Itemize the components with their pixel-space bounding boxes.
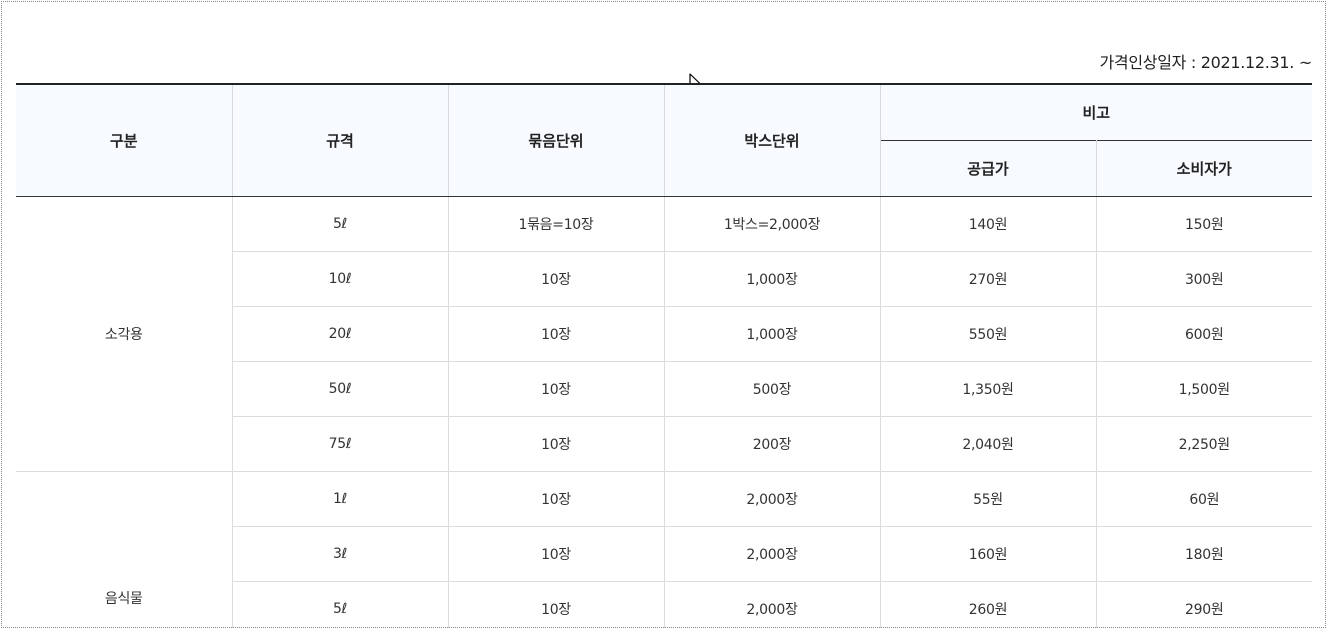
bundle-cell: 10장 — [447, 526, 665, 582]
header-box-unit: 박스단위 — [663, 83, 881, 197]
consumer-price-cell: 180원 — [1095, 526, 1312, 582]
supply-price-cell: 550원 — [879, 306, 1097, 362]
spec-cell: 5ℓ — [232, 581, 449, 628]
supply-price-cell: 270원 — [879, 251, 1097, 307]
supply-price-cell: 2,040원 — [879, 416, 1097, 472]
header-consumer-price: 소비자가 — [1095, 140, 1312, 197]
bundle-cell: 10장 — [447, 251, 665, 307]
bundle-cell: 10장 — [447, 581, 665, 628]
spec-cell: 20ℓ — [232, 306, 449, 362]
supply-price-cell: 260원 — [879, 581, 1097, 628]
header-spec: 규격 — [231, 83, 449, 197]
box-cell: 500장 — [663, 361, 881, 417]
box-cell: 1,000장 — [663, 306, 881, 362]
consumer-price-cell: 60원 — [1095, 471, 1312, 527]
consumer-price-cell: 600원 — [1095, 306, 1312, 362]
category-cell: 음식물 — [16, 471, 233, 628]
table-row: 소각용 5ℓ 1묶음=10장 1박스=2,000장 140원 150원 — [16, 196, 1312, 472]
spec-cell: 5ℓ — [231, 196, 449, 252]
consumer-price-cell: 290원 — [1095, 581, 1312, 628]
spec-cell: 75ℓ — [232, 416, 449, 472]
bundle-cell: 1묶음=10장 — [447, 196, 665, 252]
spec-cell: 50ℓ — [232, 361, 449, 417]
spec-cell: 1ℓ — [231, 471, 449, 527]
table-header-row: 구분 규격 묶음단위 박스단위 비고 — [16, 83, 1312, 197]
supply-price-cell: 140원 — [879, 196, 1097, 252]
consumer-price-cell: 1,500원 — [1095, 361, 1312, 417]
table-row: 음식물 1ℓ 10장 2,000장 55원 60원 — [16, 471, 1312, 628]
spec-cell: 10ℓ — [232, 251, 449, 307]
box-cell: 1박스=2,000장 — [663, 196, 881, 252]
supply-price-cell: 1,350원 — [879, 361, 1097, 417]
consumer-price-cell: 2,250원 — [1095, 416, 1312, 472]
bundle-cell: 10장 — [447, 306, 665, 362]
box-cell: 2,000장 — [663, 471, 881, 527]
category-label: 음식물 — [104, 591, 143, 607]
price-increase-date: 가격인상일자 : 2021.12.31. ~ — [1099, 53, 1313, 72]
supply-price-cell: 160원 — [879, 526, 1097, 582]
header-remarks: 비고 — [879, 83, 1312, 141]
box-cell: 2,000장 — [663, 526, 881, 582]
bundle-cell: 10장 — [447, 416, 665, 472]
price-table: 구분 규격 묶음단위 박스단위 비고 공급가 소비자가 소각용 5ℓ 1묶음=1… — [16, 83, 1312, 628]
category-cell: 소각용 — [16, 196, 233, 472]
bundle-cell: 10장 — [447, 471, 665, 527]
consumer-price-cell: 300원 — [1095, 251, 1312, 307]
header-category: 구분 — [16, 83, 233, 197]
price-table-container: 구분 규격 묶음단위 박스단위 비고 공급가 소비자가 소각용 5ℓ 1묶음=1… — [16, 83, 1312, 628]
supply-price-cell: 55원 — [879, 471, 1097, 527]
header-supply-price: 공급가 — [880, 140, 1097, 197]
box-cell: 1,000장 — [663, 251, 881, 307]
box-cell: 200장 — [663, 416, 881, 472]
bundle-cell: 10장 — [447, 361, 665, 417]
spec-cell: 3ℓ — [232, 526, 449, 582]
header-bundle-unit: 묶음단위 — [447, 83, 665, 197]
consumer-price-cell: 150원 — [1095, 196, 1312, 252]
box-cell: 2,000장 — [663, 581, 881, 628]
